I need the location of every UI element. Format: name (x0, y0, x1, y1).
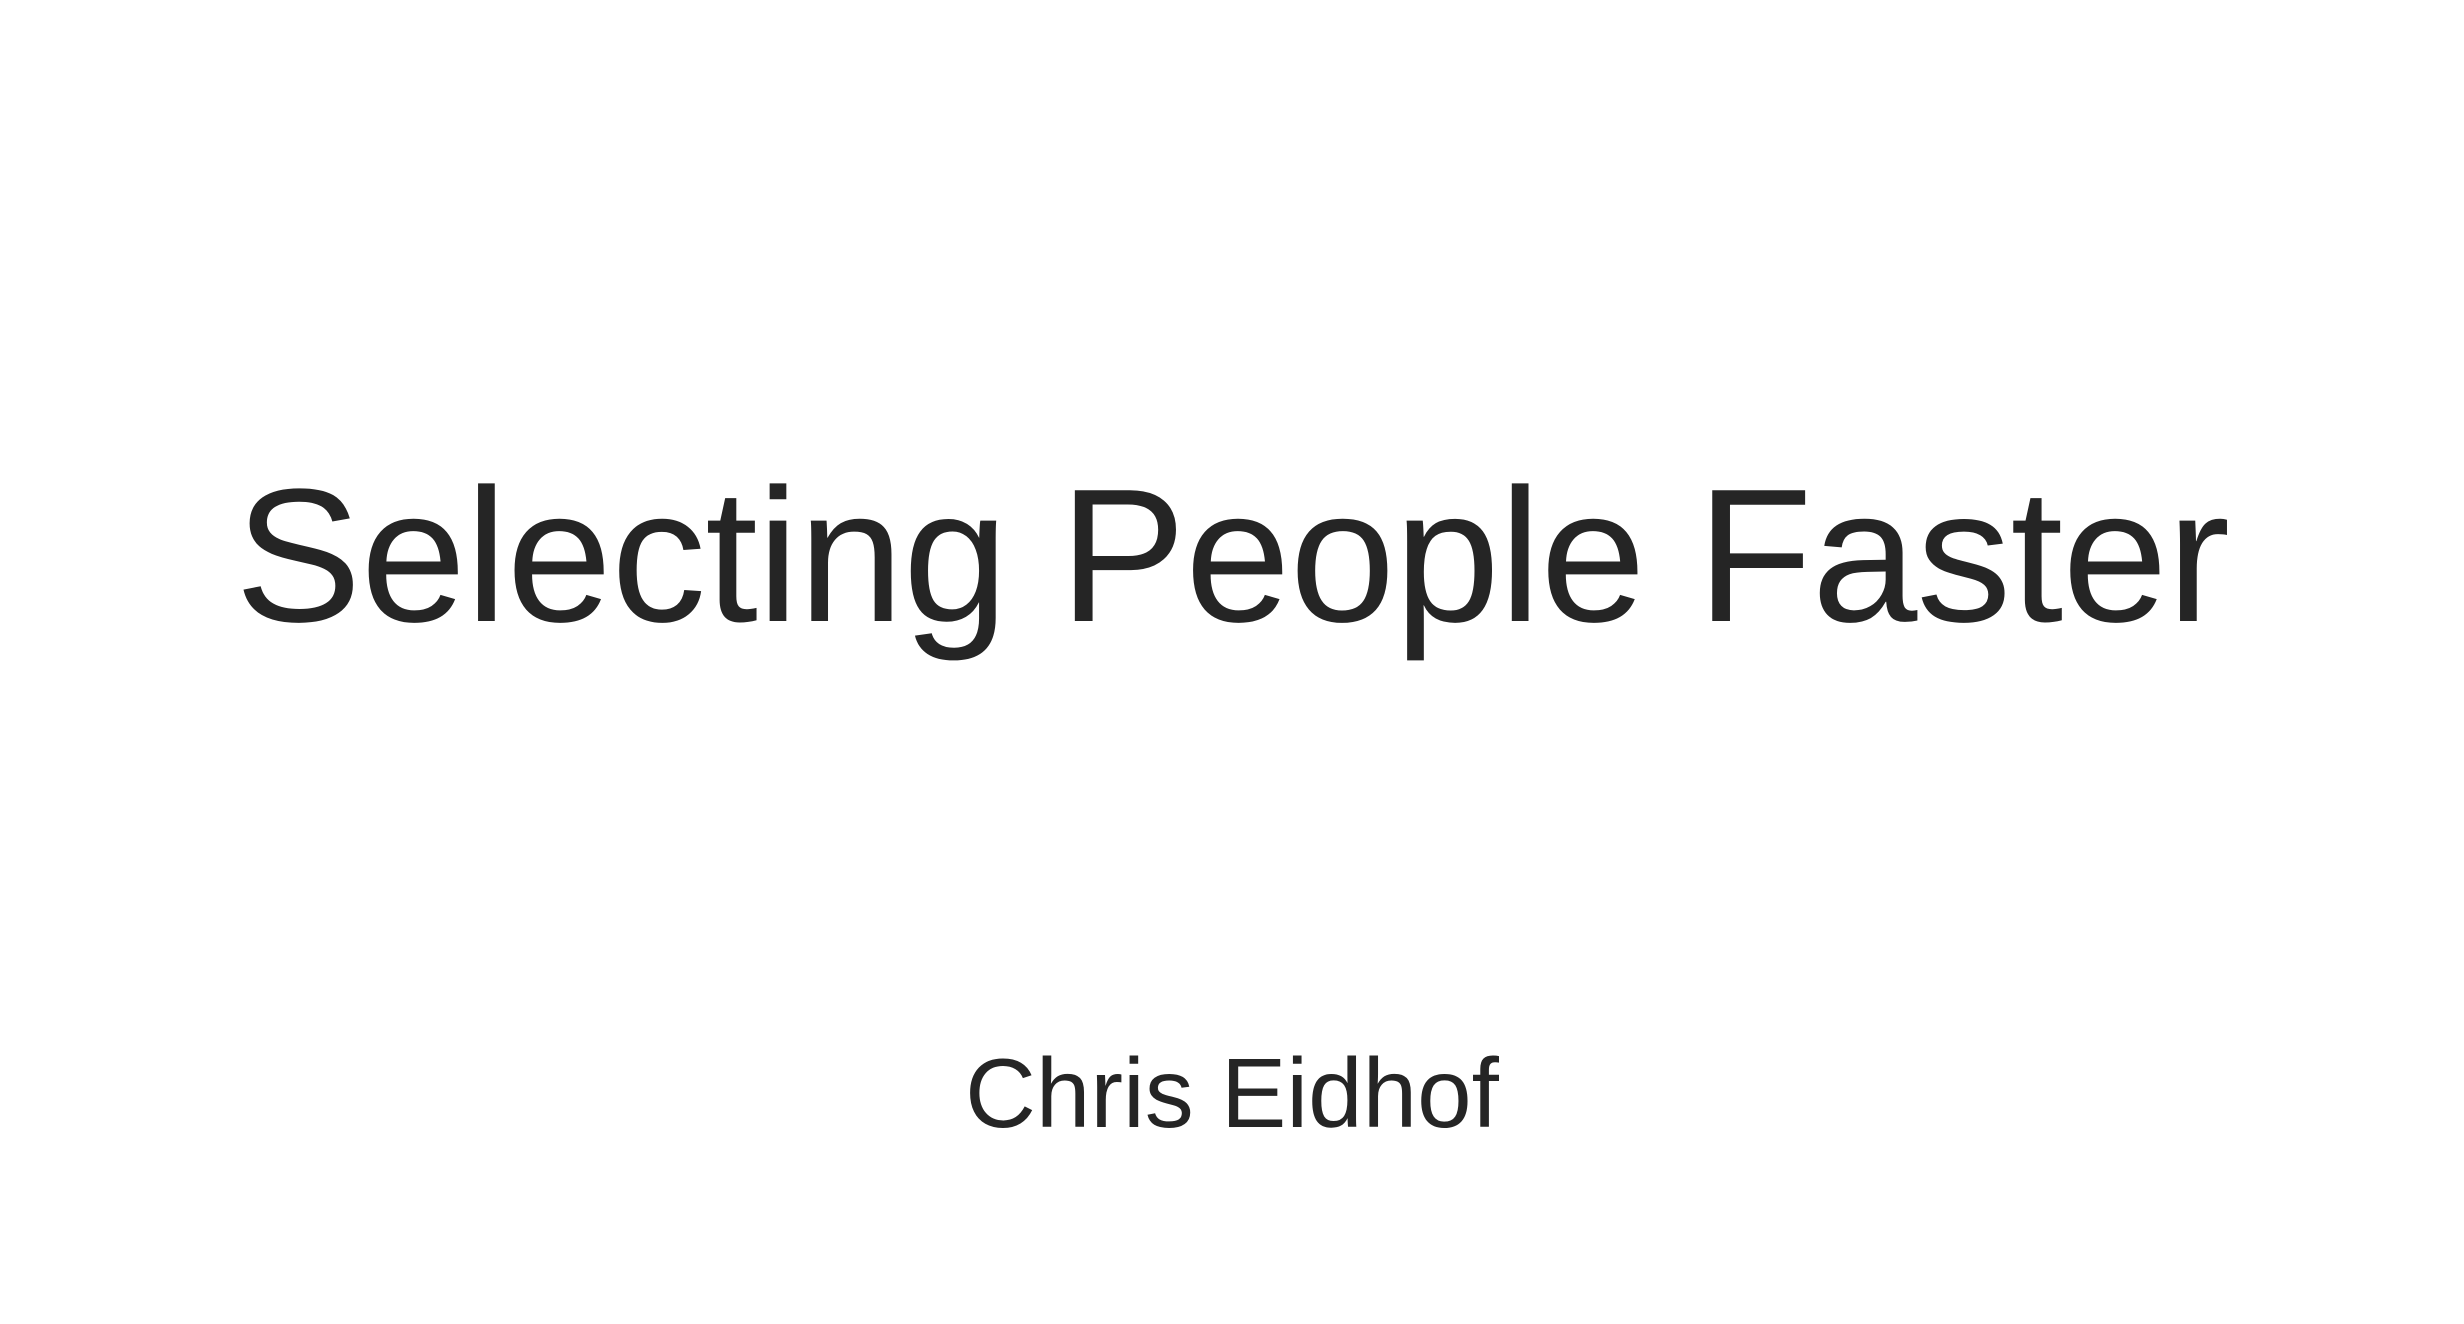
slide-title: Selecting People Faster (234, 450, 2230, 662)
slide-author: Chris Eidhof (965, 1038, 1499, 1148)
presentation-slide: Selecting People Faster Chris Eidhof (0, 0, 2464, 1324)
